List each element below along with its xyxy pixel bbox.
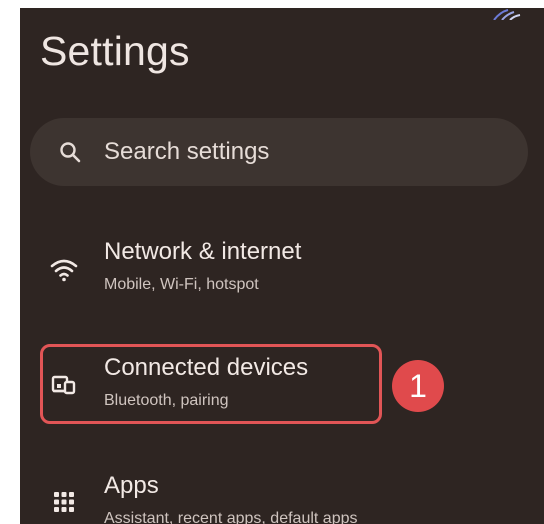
page-title: Settings: [40, 28, 190, 74]
settings-item-connected-devices[interactable]: Connected devices Bluetooth, pairing: [40, 348, 380, 428]
search-bar[interactable]: Search settings: [30, 118, 528, 186]
settings-item-label: Connected devices: [104, 354, 309, 381]
search-icon: [60, 142, 81, 163]
apps-grid-icon: [54, 492, 74, 512]
screenshot-stage: Settings Search settings Network & inter…: [0, 0, 544, 524]
settings-item-apps[interactable]: Apps Assistant, recent apps, default app…: [40, 466, 380, 524]
settings-item-subtitle: Mobile, Wi-Fi, hotspot: [104, 276, 259, 293]
annotation-step-badge: 1: [392, 360, 444, 412]
settings-item-subtitle: Bluetooth, pairing: [104, 392, 229, 409]
settings-item-label: Network & internet: [104, 238, 302, 265]
settings-item-label: Apps: [104, 472, 159, 499]
wifi-icon: [50, 259, 78, 282]
search-placeholder: Search settings: [104, 138, 270, 165]
corner-art-icon: [493, 9, 521, 20]
settings-item-subtitle: Assistant, recent apps, default apps: [104, 510, 358, 524]
settings-screen: Settings Search settings Network & inter…: [20, 8, 544, 524]
connected-devices-icon: [51, 375, 76, 395]
settings-item-network[interactable]: Network & internet Mobile, Wi-Fi, hotspo…: [40, 232, 380, 312]
